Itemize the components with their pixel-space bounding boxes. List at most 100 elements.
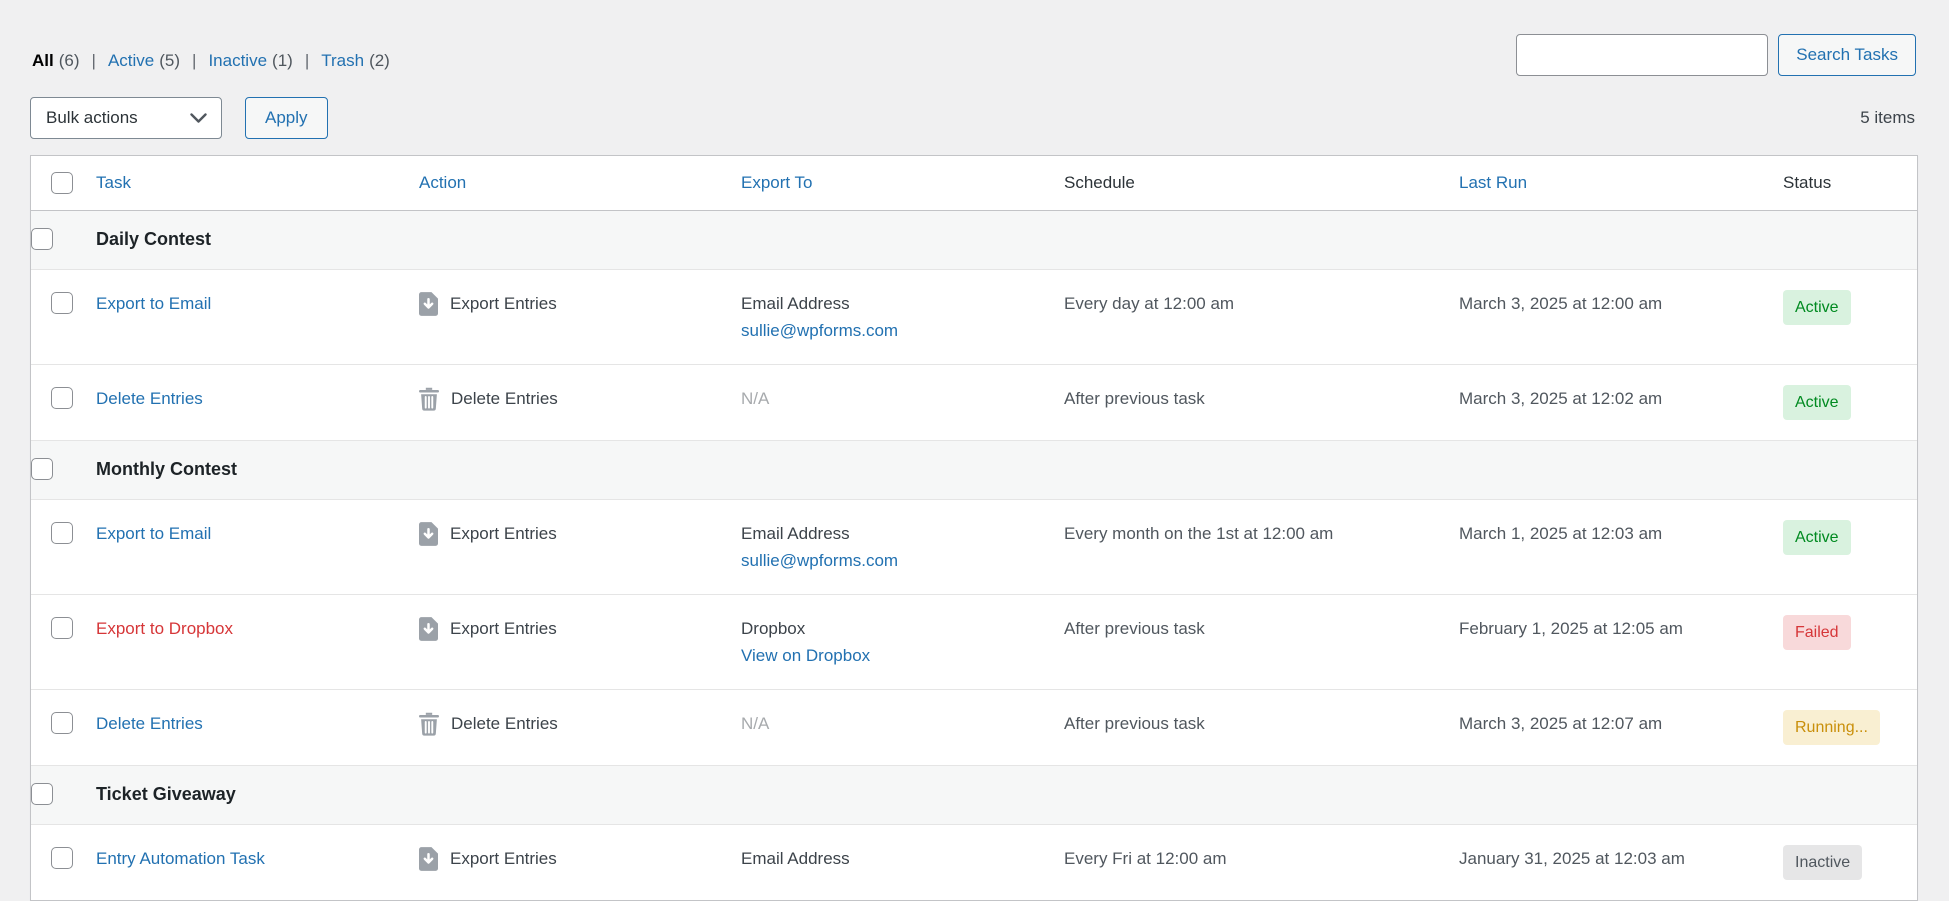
topbar: All(6) | Active(5) | Inactive(1) | Trash(2) Se… — [30, 0, 1916, 76]
last-run-cell: February 1, 2025 at 12:05 am — [1459, 595, 1783, 690]
filter-link[interactable]: All — [32, 47, 54, 74]
select-all-checkbox[interactable] — [51, 172, 73, 194]
task-row-checkbox[interactable] — [51, 387, 73, 409]
status-badge: Active — [1783, 385, 1851, 420]
chevron-down-icon — [190, 113, 207, 124]
export-to-primary: N/A — [741, 385, 1054, 412]
action-label: Delete Entries — [451, 710, 558, 737]
schedule-cell: Every month on the 1st at 12:00 am — [1064, 500, 1459, 595]
bulk-actions: Bulk actions Apply — [30, 97, 328, 139]
status-badge: Failed — [1783, 615, 1851, 650]
task-link[interactable]: Export to Email — [96, 524, 211, 543]
column-header-export-to[interactable]: Export To — [741, 156, 1064, 211]
export-entries-icon — [419, 522, 438, 554]
action-label: Export Entries — [450, 845, 557, 872]
schedule-cell: After previous task — [1064, 595, 1459, 690]
group-row-checkbox[interactable] — [31, 783, 53, 805]
bulk-actions-select[interactable]: Bulk actions — [30, 97, 222, 139]
export-to-primary: N/A — [741, 710, 1054, 737]
column-header-task[interactable]: Task — [96, 156, 419, 211]
filter-link[interactable]: Trash — [321, 47, 364, 74]
table-body: Daily Contest Export to Email — [31, 211, 1917, 900]
group-row-checkbox[interactable] — [31, 228, 53, 250]
filter-link[interactable]: Inactive — [208, 47, 267, 74]
column-header-status: Status — [1783, 156, 1917, 211]
last-run-cell: March 3, 2025 at 12:00 am — [1459, 270, 1783, 365]
action-label: Delete Entries — [451, 385, 558, 412]
column-header-schedule: Schedule — [1064, 156, 1459, 211]
filter-link[interactable]: Active — [108, 47, 154, 74]
export-to-link[interactable]: View on Dropbox — [741, 646, 870, 665]
last-run-cell: March 1, 2025 at 12:03 am — [1459, 500, 1783, 595]
schedule-cell: After previous task — [1064, 690, 1459, 766]
export-to-link[interactable]: sullie@wpforms.com — [741, 551, 898, 570]
group-header-row: Monthly Contest — [31, 441, 1917, 500]
export-entries-icon — [419, 847, 438, 879]
items-count: 5 items — [1860, 108, 1916, 128]
action-label: Export Entries — [450, 290, 557, 317]
filter-separator: | — [305, 47, 309, 74]
task-row: Export to Dropbox — [31, 595, 1917, 690]
status-filter-links: All(6) | Active(5) | Inactive(1) | Trash(2) — [32, 47, 390, 74]
search-input[interactable] — [1516, 34, 1768, 76]
filter-trash: Trash(2) — [321, 47, 390, 74]
task-row-checkbox[interactable] — [51, 522, 73, 544]
filter-active: Active(5) — [108, 47, 180, 74]
actions-row: Bulk actions Apply 5 items — [30, 97, 1916, 139]
status-badge: Active — [1783, 290, 1851, 325]
apply-button[interactable]: Apply — [245, 97, 328, 139]
status-badge: Active — [1783, 520, 1851, 555]
search-box: Search Tasks — [1516, 34, 1916, 76]
filter-count: (1) — [272, 47, 293, 74]
group-row-checkbox[interactable] — [31, 458, 53, 480]
filter-separator: | — [192, 47, 196, 74]
schedule-cell: Every Fri at 12:00 am — [1064, 825, 1459, 900]
search-tasks-button[interactable]: Search Tasks — [1778, 34, 1916, 76]
group-title: Monthly Contest — [96, 441, 1917, 500]
last-run-cell: January 31, 2025 at 12:03 am — [1459, 825, 1783, 900]
task-row-checkbox[interactable] — [51, 292, 73, 314]
filter-inactive: Inactive(1) — [208, 47, 292, 74]
task-link[interactable]: Delete Entries — [96, 389, 203, 408]
filter-count: (6) — [59, 47, 80, 74]
schedule-cell: After previous task — [1064, 365, 1459, 441]
export-to-link[interactable]: sullie@wpforms.com — [741, 321, 898, 340]
group-header-row: Daily Contest — [31, 211, 1917, 270]
filter-all: All(6) — [32, 47, 80, 74]
filter-separator: | — [92, 47, 96, 74]
task-link[interactable]: Export to Dropbox — [96, 619, 233, 638]
column-header-last-run[interactable]: Last Run — [1459, 156, 1783, 211]
filter-count: (2) — [369, 47, 390, 74]
group-header-row: Ticket Giveaway — [31, 766, 1917, 825]
trash-icon — [419, 712, 439, 744]
action-label: Export Entries — [450, 615, 557, 642]
column-header-action[interactable]: Action — [419, 156, 741, 211]
status-badge: Running... — [1783, 710, 1880, 745]
task-link[interactable]: Delete Entries — [96, 714, 203, 733]
export-to-primary: Email Address — [741, 290, 1054, 317]
task-link[interactable]: Entry Automation Task — [96, 849, 265, 868]
select-all-header — [31, 156, 96, 211]
export-entries-icon — [419, 292, 438, 324]
table-header-row: Task Action Export To Schedule Last Run … — [31, 156, 1917, 211]
status-badge: Inactive — [1783, 845, 1862, 880]
task-row: Export to Email E — [31, 500, 1917, 595]
group-title: Daily Contest — [96, 211, 1917, 270]
task-link[interactable]: Export to Email — [96, 294, 211, 313]
task-row: Entry Automation Task — [31, 825, 1917, 900]
task-row-checkbox[interactable] — [51, 847, 73, 869]
trash-icon — [419, 387, 439, 419]
export-to-primary: Email Address — [741, 845, 1054, 872]
action-label: Export Entries — [450, 520, 557, 547]
export-to-primary: Dropbox — [741, 615, 1054, 642]
task-row: Delete Entries De — [31, 365, 1917, 441]
task-row-checkbox[interactable] — [51, 617, 73, 639]
tasks-list-page: All(6)|Active(5)|Inactive(1)|Trash(2) Se… — [0, 0, 1949, 901]
export-to-primary: Email Address — [741, 520, 1054, 547]
bulk-actions-selected-value: Bulk actions — [46, 108, 138, 128]
last-run-cell: March 3, 2025 at 12:07 am — [1459, 690, 1783, 766]
filter-count: (5) — [159, 47, 180, 74]
task-row: Export to Email E — [31, 270, 1917, 365]
group-title: Ticket Giveaway — [96, 766, 1917, 825]
task-row-checkbox[interactable] — [51, 712, 73, 734]
